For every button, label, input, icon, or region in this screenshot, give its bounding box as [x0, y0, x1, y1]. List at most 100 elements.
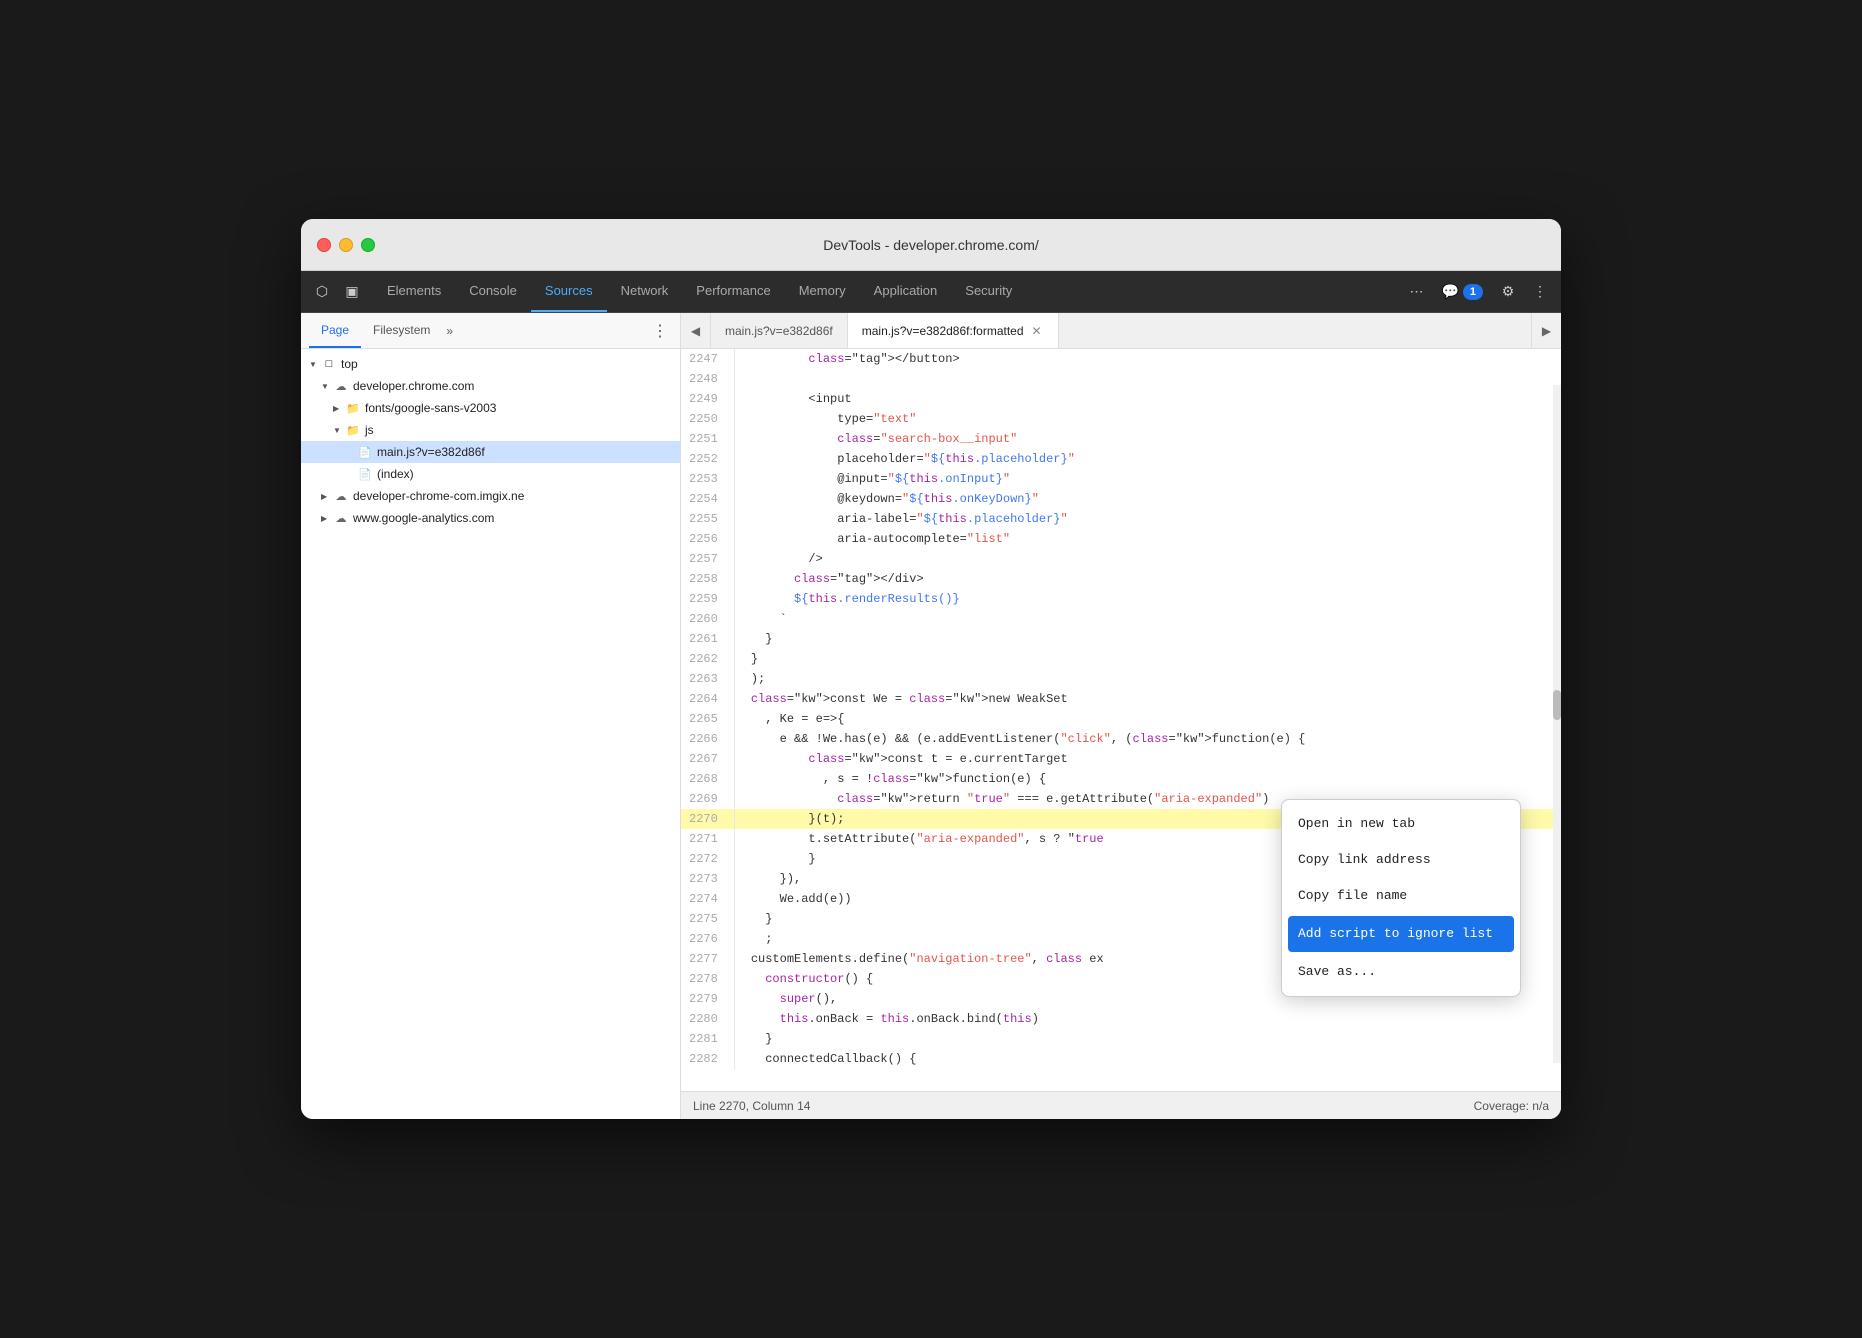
tab-application[interactable]: Application: [860, 271, 952, 312]
line-number: 2279: [681, 989, 734, 1009]
settings-icon[interactable]: ⚙: [1495, 279, 1521, 305]
chat-icon: 💬: [1441, 283, 1458, 300]
cursor-position: Line 2270, Column 14: [693, 1099, 810, 1113]
line-number: 2280: [681, 1009, 734, 1029]
tab-memory[interactable]: Memory: [785, 271, 860, 312]
main-area: Page Filesystem » ⋮ ▼ □ top ▼: [301, 313, 1561, 1119]
editor-tab-2-label: main.js?v=e382d86f:formatted: [862, 324, 1024, 338]
line-number: 2274: [681, 889, 734, 909]
file-tree: ▼ □ top ▼ ☁ developer.chrome.com ▶ 📁: [301, 349, 680, 1119]
context-menu-add-ignore[interactable]: Add script to ignore list: [1288, 916, 1514, 952]
tab-icons: ⬡ ▣: [309, 279, 365, 305]
tree-item-analytics[interactable]: ▶ ☁ www.google-analytics.com: [301, 507, 680, 529]
tree-arrow-icon: ▶: [321, 492, 333, 501]
devtools-window: DevTools - developer.chrome.com/ ⬡ ▣ Ele…: [301, 219, 1561, 1119]
file-icon: 📄: [357, 466, 373, 482]
line-number: 2265: [681, 709, 734, 729]
sidebar-tab-more[interactable]: »: [446, 324, 453, 338]
line-number: 2281: [681, 1029, 734, 1049]
line-content: }: [734, 629, 1561, 649]
line-number: 2256: [681, 529, 734, 549]
scrollbar-track[interactable]: [1553, 385, 1561, 1063]
line-content: aria-label="${this.placeholder}": [734, 509, 1561, 529]
line-number: 2263: [681, 669, 734, 689]
line-content: class="kw">const We = class="kw">new Wea…: [734, 689, 1561, 709]
tree-label-js: js: [365, 423, 374, 437]
context-menu-open-new-tab[interactable]: Open in new tab: [1282, 806, 1520, 842]
tab-sources[interactable]: Sources: [531, 271, 607, 312]
traffic-lights: [317, 238, 375, 252]
table-row: 2265 , Ke = e=>{: [681, 709, 1561, 729]
line-number: 2262: [681, 649, 734, 669]
cursor-icon[interactable]: ⬡: [309, 279, 335, 305]
line-content: @input="${this.onInput}": [734, 469, 1561, 489]
line-content: type="text": [734, 409, 1561, 429]
file-icon: 📄: [357, 444, 373, 460]
editor-tab-1[interactable]: main.js?v=e382d86f: [711, 313, 848, 348]
context-menu-save-as[interactable]: Save as...: [1282, 954, 1520, 990]
line-number: 2252: [681, 449, 734, 469]
tree-item-main-js[interactable]: 📄 main.js?v=e382d86f: [301, 441, 680, 463]
editor-toggle-icon[interactable]: ◀: [681, 313, 711, 348]
table-row: 2254 @keydown="${this.onKeyDown}": [681, 489, 1561, 509]
editor-tab-2[interactable]: main.js?v=e382d86f:formatted ✕: [848, 313, 1059, 348]
tree-item-imgix[interactable]: ▶ ☁ developer-chrome-com.imgix.ne: [301, 485, 680, 507]
scrollbar-thumb[interactable]: [1553, 690, 1561, 720]
more-options-icon[interactable]: ⋮: [1527, 279, 1553, 305]
status-bar: Line 2270, Column 14 Coverage: n/a: [681, 1091, 1561, 1119]
tab-network[interactable]: Network: [607, 271, 683, 312]
line-number: 2272: [681, 849, 734, 869]
line-number: 2269: [681, 789, 734, 809]
table-row: 2262}: [681, 649, 1561, 669]
context-menu-copy-link[interactable]: Copy link address: [1282, 842, 1520, 878]
line-content: [734, 369, 1561, 389]
context-menu-copy-filename[interactable]: Copy file name: [1282, 878, 1520, 914]
line-number: 2247: [681, 349, 734, 369]
minimize-button[interactable]: [339, 238, 353, 252]
sidebar-more-button[interactable]: ⋮: [648, 317, 672, 345]
line-number: 2251: [681, 429, 734, 449]
table-row: 2252 placeholder="${this.placeholder}": [681, 449, 1561, 469]
maximize-button[interactable]: [361, 238, 375, 252]
line-content: ${this.renderResults()}: [734, 589, 1561, 609]
line-content: <input: [734, 389, 1561, 409]
tree-item-developer-chrome[interactable]: ▼ ☁ developer.chrome.com: [301, 375, 680, 397]
line-number: 2257: [681, 549, 734, 569]
table-row: 2256 aria-autocomplete="list": [681, 529, 1561, 549]
table-row: 2250 type="text": [681, 409, 1561, 429]
table-row: 2267 class="kw">const t = e.currentTarge…: [681, 749, 1561, 769]
tree-label-fonts: fonts/google-sans-v2003: [365, 401, 496, 415]
code-editor[interactable]: 2247 class="tag"></button>22482249 <inpu…: [681, 349, 1561, 1091]
tab-elements[interactable]: Elements: [373, 271, 455, 312]
tree-item-index[interactable]: 📄 (index): [301, 463, 680, 485]
line-content: class="tag"></div>: [734, 569, 1561, 589]
line-number: 2260: [681, 609, 734, 629]
tree-arrow-icon: ▶: [333, 404, 345, 413]
table-row: 2281 }: [681, 1029, 1561, 1049]
line-number: 2250: [681, 409, 734, 429]
line-content: class="search-box__input": [734, 429, 1561, 449]
tree-item-fonts[interactable]: ▶ 📁 fonts/google-sans-v2003: [301, 397, 680, 419]
sidebar-tab-page[interactable]: Page: [309, 313, 361, 348]
line-number: 2266: [681, 729, 734, 749]
tree-item-js[interactable]: ▼ 📁 js: [301, 419, 680, 441]
titlebar: DevTools - developer.chrome.com/: [301, 219, 1561, 271]
table-row: 2280 this.onBack = this.onBack.bind(this…: [681, 1009, 1561, 1029]
line-number: 2276: [681, 929, 734, 949]
table-row: 2255 aria-label="${this.placeholder}": [681, 509, 1561, 529]
tree-label-top: top: [341, 357, 358, 371]
tab-console[interactable]: Console: [455, 271, 531, 312]
sidebar-tab-filesystem[interactable]: Filesystem: [361, 313, 442, 348]
close-button[interactable]: [317, 238, 331, 252]
tab-security[interactable]: Security: [951, 271, 1026, 312]
cloud-icon: ☁: [333, 378, 349, 394]
mobile-icon[interactable]: ▣: [339, 279, 365, 305]
tab-performance[interactable]: Performance: [682, 271, 784, 312]
table-row: 2261 }: [681, 629, 1561, 649]
tree-item-top[interactable]: ▼ □ top: [301, 353, 680, 375]
table-row: 2258 class="tag"></div>: [681, 569, 1561, 589]
line-number: 2258: [681, 569, 734, 589]
editor-right-toggle[interactable]: ▶: [1531, 313, 1561, 348]
more-tabs-icon[interactable]: ⋯: [1403, 279, 1429, 305]
close-tab-icon[interactable]: ✕: [1030, 324, 1044, 338]
